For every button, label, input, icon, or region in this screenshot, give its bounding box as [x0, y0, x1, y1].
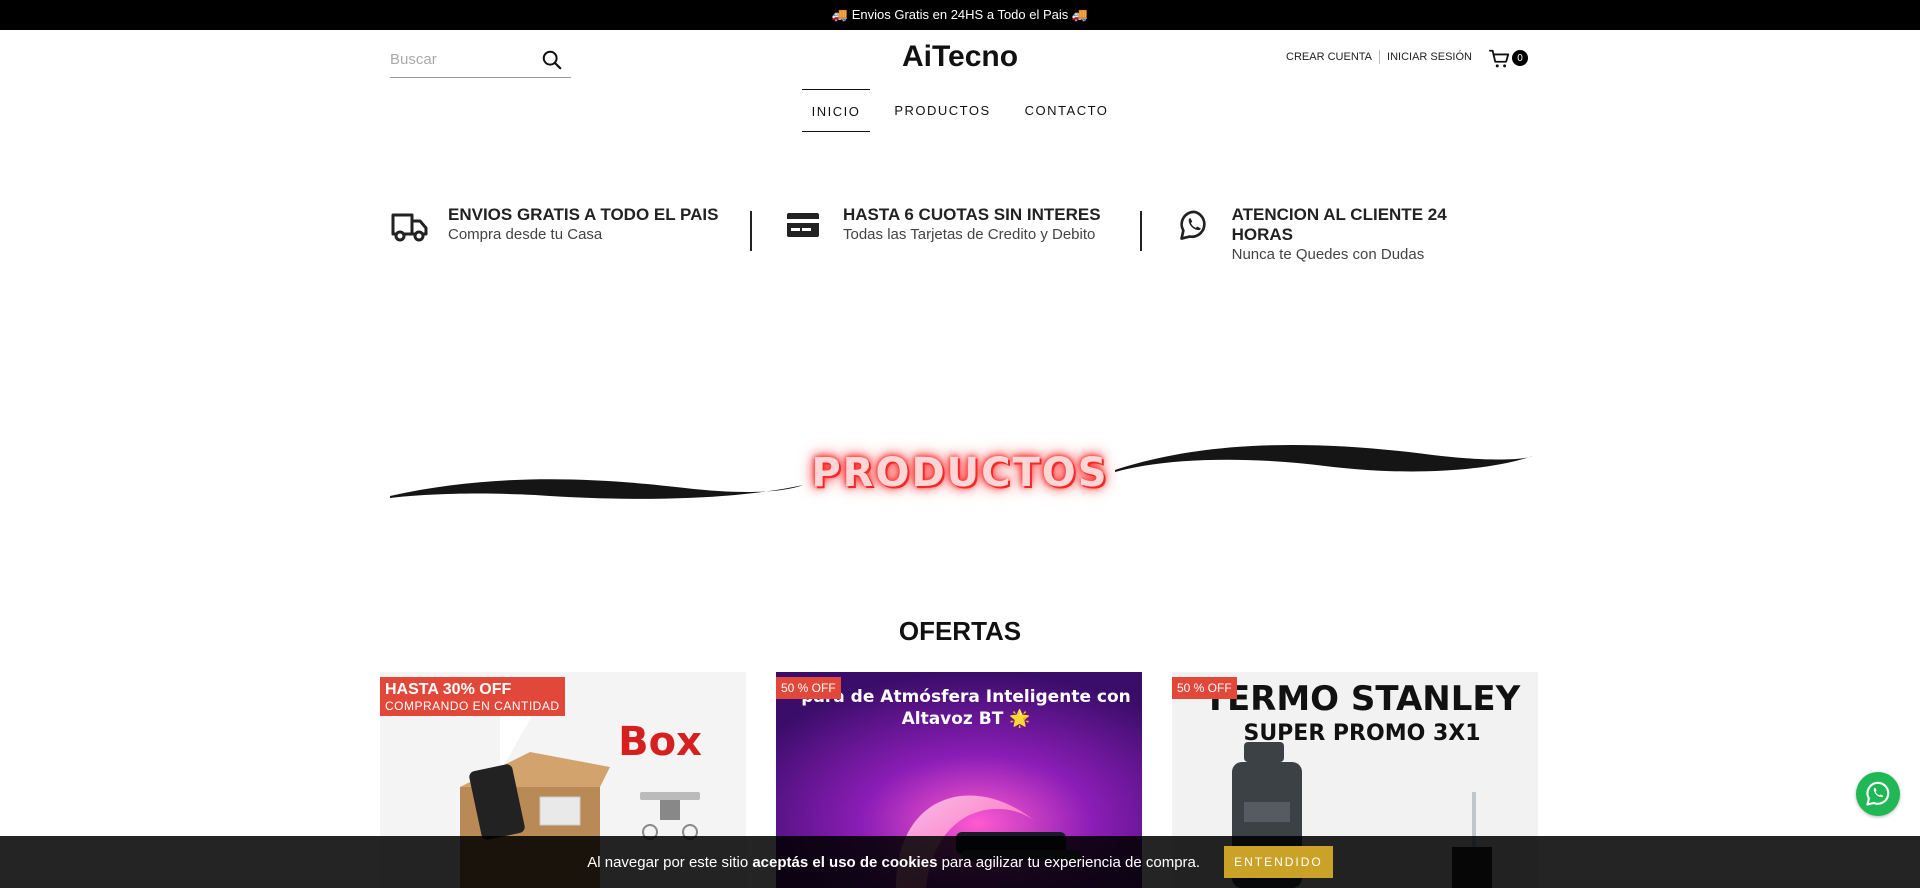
product-image-text: Box	[618, 719, 702, 765]
cookie-message: Al navegar por este sitio aceptás el uso…	[587, 854, 1200, 871]
ofertas-title: OFERTAS	[898, 616, 1022, 646]
discount-tag-title: HASTA 30% OFF	[385, 681, 512, 698]
feature-installments-text: HASTA 6 CUOTAS SIN INTERES Todas las Tar…	[843, 205, 1101, 245]
nav-item-inicio[interactable]: INICIO	[801, 89, 871, 132]
discount-tag-subtitle: COMPRANDO EN CANTIDAD	[385, 699, 560, 713]
feature-subtitle: Todas las Tarjetas de Credito y Debito	[843, 226, 1096, 243]
discount-tag: 50 % OFF	[1172, 677, 1237, 699]
feature-title: ENVIOS GRATIS A TODO EL PAIS	[448, 205, 719, 224]
product-image-text: TERMO STANLEY	[1204, 679, 1521, 719]
account-divider	[1379, 50, 1381, 64]
feature-subtitle: Nunca te Quedes con Dudas	[1231, 246, 1425, 263]
cookie-text-suffix: para agilizar tu experiencia de compra.	[941, 853, 1201, 871]
whatsapp-icon	[1180, 210, 1206, 240]
cart-icon	[1489, 49, 1510, 68]
search-input[interactable]	[390, 44, 540, 74]
cookie-accept-button[interactable]: ENTENDIDO	[1224, 846, 1333, 878]
cart-button[interactable]: 0	[1489, 48, 1529, 72]
feature-title: ATENCION AL CLIENTE 24 HORAS	[1231, 205, 1447, 244]
site-logo-wrap: AiTecno	[0, 40, 1920, 74]
announcement-bar: 🚚 Envios Gratis en 24HS a Todo el Pais 🚚	[0, 0, 1920, 30]
banner-title: PRODUCTOS	[811, 450, 1109, 496]
whatsapp-icon	[1866, 781, 1890, 806]
main-nav: INICIO PRODUCTOS CONTACTO	[0, 89, 1920, 132]
features-row: ENVIOS GRATIS A TODO EL PAIS Compra desd…	[390, 205, 1530, 265]
create-account-link[interactable]: Crear cuenta	[1286, 51, 1372, 63]
login-link[interactable]: Iniciar sesión	[1387, 51, 1472, 63]
nav-item-contacto[interactable]: CONTACTO	[1015, 89, 1119, 132]
credit-card-icon	[787, 213, 819, 237]
feature-subtitle: Compra desde tu Casa	[448, 226, 603, 243]
product-image-text: para de Atmósfera Inteligente con	[801, 687, 1131, 707]
truck-icon	[391, 213, 428, 242]
feature-support-text: ATENCION AL CLIENTE 24 HORAS Nunca te Qu…	[1232, 205, 1482, 265]
announcement-text: 🚚 Envios Gratis en 24HS a Todo el Pais 🚚	[831, 7, 1089, 22]
productos-banner: PRODUCTOS	[385, 440, 1535, 520]
feature-installments: HASTA 6 CUOTAS SIN INTERES Todas las Tar…	[752, 205, 1140, 265]
account-links: Crear cuenta Iniciar sesión	[1286, 50, 1472, 64]
product-image-text: Altavoz BT 🌟	[902, 708, 1031, 729]
feature-shipping-text: ENVIOS GRATIS A TODO EL PAIS Compra desd…	[448, 205, 718, 245]
product-image-text: SUPER PROMO 3X1	[1243, 721, 1480, 746]
feature-support: ATENCION AL CLIENTE 24 HORAS Nunca te Qu…	[1142, 205, 1482, 265]
discount-tag: 50 % OFF	[776, 677, 841, 699]
site-logo[interactable]: AiTecno	[902, 40, 1018, 73]
whatsapp-float-button[interactable]	[1856, 772, 1900, 816]
cookie-text-prefix: Al navegar por este sitio	[587, 853, 753, 871]
feature-shipping: ENVIOS GRATIS A TODO EL PAIS Compra desd…	[390, 205, 750, 265]
feature-title: HASTA 6 CUOTAS SIN INTERES	[843, 205, 1101, 224]
cookie-text-bold: aceptás el uso de cookies	[752, 853, 942, 871]
search-box	[390, 44, 571, 78]
discount-tag: HASTA 30% OFF COMPRANDO EN CANTIDAD	[380, 677, 565, 716]
cart-count-badge: 0	[1512, 50, 1528, 66]
cookie-bar: Al navegar por este sitio aceptás el uso…	[0, 836, 1920, 888]
nav-item-productos[interactable]: PRODUCTOS	[884, 89, 1000, 132]
search-icon[interactable]	[541, 49, 563, 71]
